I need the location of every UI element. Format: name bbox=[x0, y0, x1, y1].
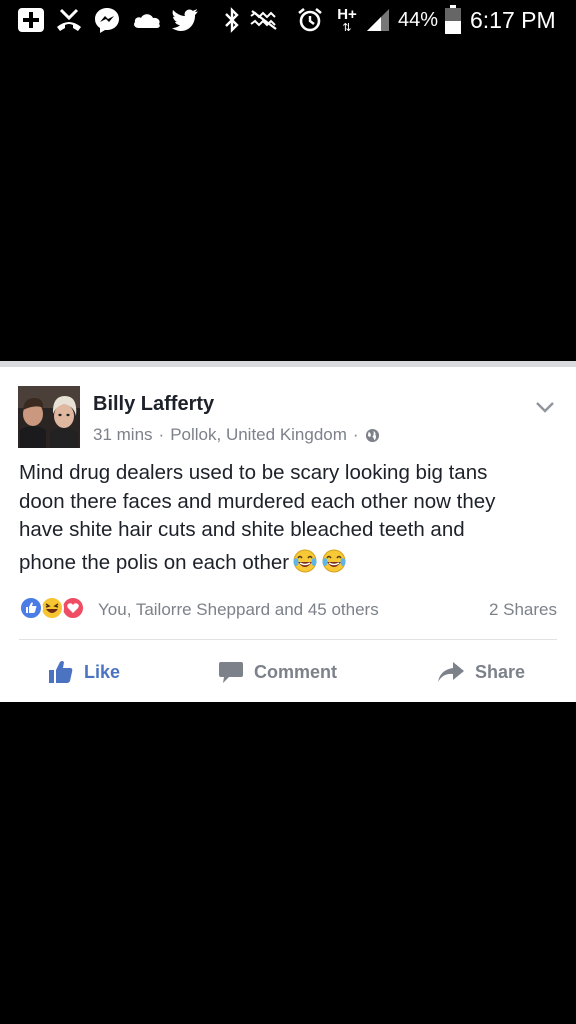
thumbs-up-icon bbox=[48, 660, 74, 684]
alarm-icon bbox=[296, 4, 324, 36]
post-body-line-text: phone the polis on each other bbox=[19, 550, 290, 574]
reaction-icons[interactable] bbox=[19, 596, 85, 620]
post-body-line: have shite hair cuts and shite bleached … bbox=[19, 518, 465, 541]
crying-laughing-emoji bbox=[292, 548, 318, 583]
messenger-icon bbox=[92, 4, 122, 36]
network-type: H+ bbox=[337, 5, 357, 23]
globe-icon bbox=[365, 428, 380, 443]
like-button[interactable]: Like bbox=[48, 654, 120, 690]
post-body-line: Mind drug dealers used to be scary looki… bbox=[19, 461, 488, 484]
comment-label: Comment bbox=[254, 661, 338, 682]
post-location[interactable]: Pollok, United Kingdom bbox=[170, 425, 347, 445]
cloud-icon bbox=[130, 4, 164, 36]
meta-separator: · bbox=[158, 425, 165, 444]
comment-icon bbox=[218, 660, 244, 684]
bluetooth-icon bbox=[222, 4, 242, 36]
data-arrows-icon: ⇅ bbox=[342, 21, 352, 34]
like-label: Like bbox=[84, 661, 121, 682]
post-body: Mind drug dealers used to be scary looki… bbox=[19, 459, 559, 582]
love-reaction-icon bbox=[61, 596, 85, 620]
post-time[interactable]: 31 mins bbox=[93, 425, 153, 445]
signal-icon bbox=[364, 4, 392, 36]
post-card: Billy Lafferty 31 mins · Pollok, United … bbox=[0, 361, 576, 702]
divider bbox=[19, 639, 557, 640]
share-button[interactable]: Share bbox=[437, 654, 525, 690]
share-label: Share bbox=[475, 661, 526, 682]
author-name[interactable]: Billy Lafferty bbox=[93, 393, 214, 416]
add-square-icon bbox=[16, 4, 46, 36]
like-reaction-icon bbox=[19, 596, 43, 620]
post-body-line: doon there faces and murdered each other… bbox=[19, 489, 496, 513]
share-arrow-icon bbox=[437, 660, 465, 684]
chevron-down-icon[interactable] bbox=[534, 399, 556, 415]
battery-icon bbox=[442, 4, 464, 36]
shares-count[interactable]: 2 Shares bbox=[489, 600, 557, 620]
post-meta: 31 mins · Pollok, United Kingdom · bbox=[93, 425, 380, 445]
twitter-icon bbox=[170, 4, 200, 36]
haha-reaction-icon bbox=[40, 596, 64, 620]
crying-laughing-emoji bbox=[321, 548, 347, 583]
post-body-line-last: phone the polis on each other bbox=[19, 548, 559, 583]
network-icon: H+ ⇅ bbox=[334, 4, 360, 36]
avatar[interactable] bbox=[18, 386, 80, 448]
nfc-icon bbox=[248, 4, 280, 36]
clock: 6:17 PM bbox=[470, 6, 556, 33]
meta-separator: · bbox=[352, 425, 359, 444]
status-bar: H+ ⇅ 44% 6:17 PM bbox=[0, 0, 576, 40]
comment-button[interactable]: Comment bbox=[218, 654, 337, 690]
missed-call-icon bbox=[54, 4, 84, 36]
phone-screen: H+ ⇅ 44% 6:17 PM Billy Lafferty 31 mins … bbox=[0, 0, 576, 1024]
battery-percent: 44% bbox=[397, 8, 439, 31]
reaction-summary[interactable]: You, Tailorre Sheppard and 45 others bbox=[98, 600, 379, 620]
